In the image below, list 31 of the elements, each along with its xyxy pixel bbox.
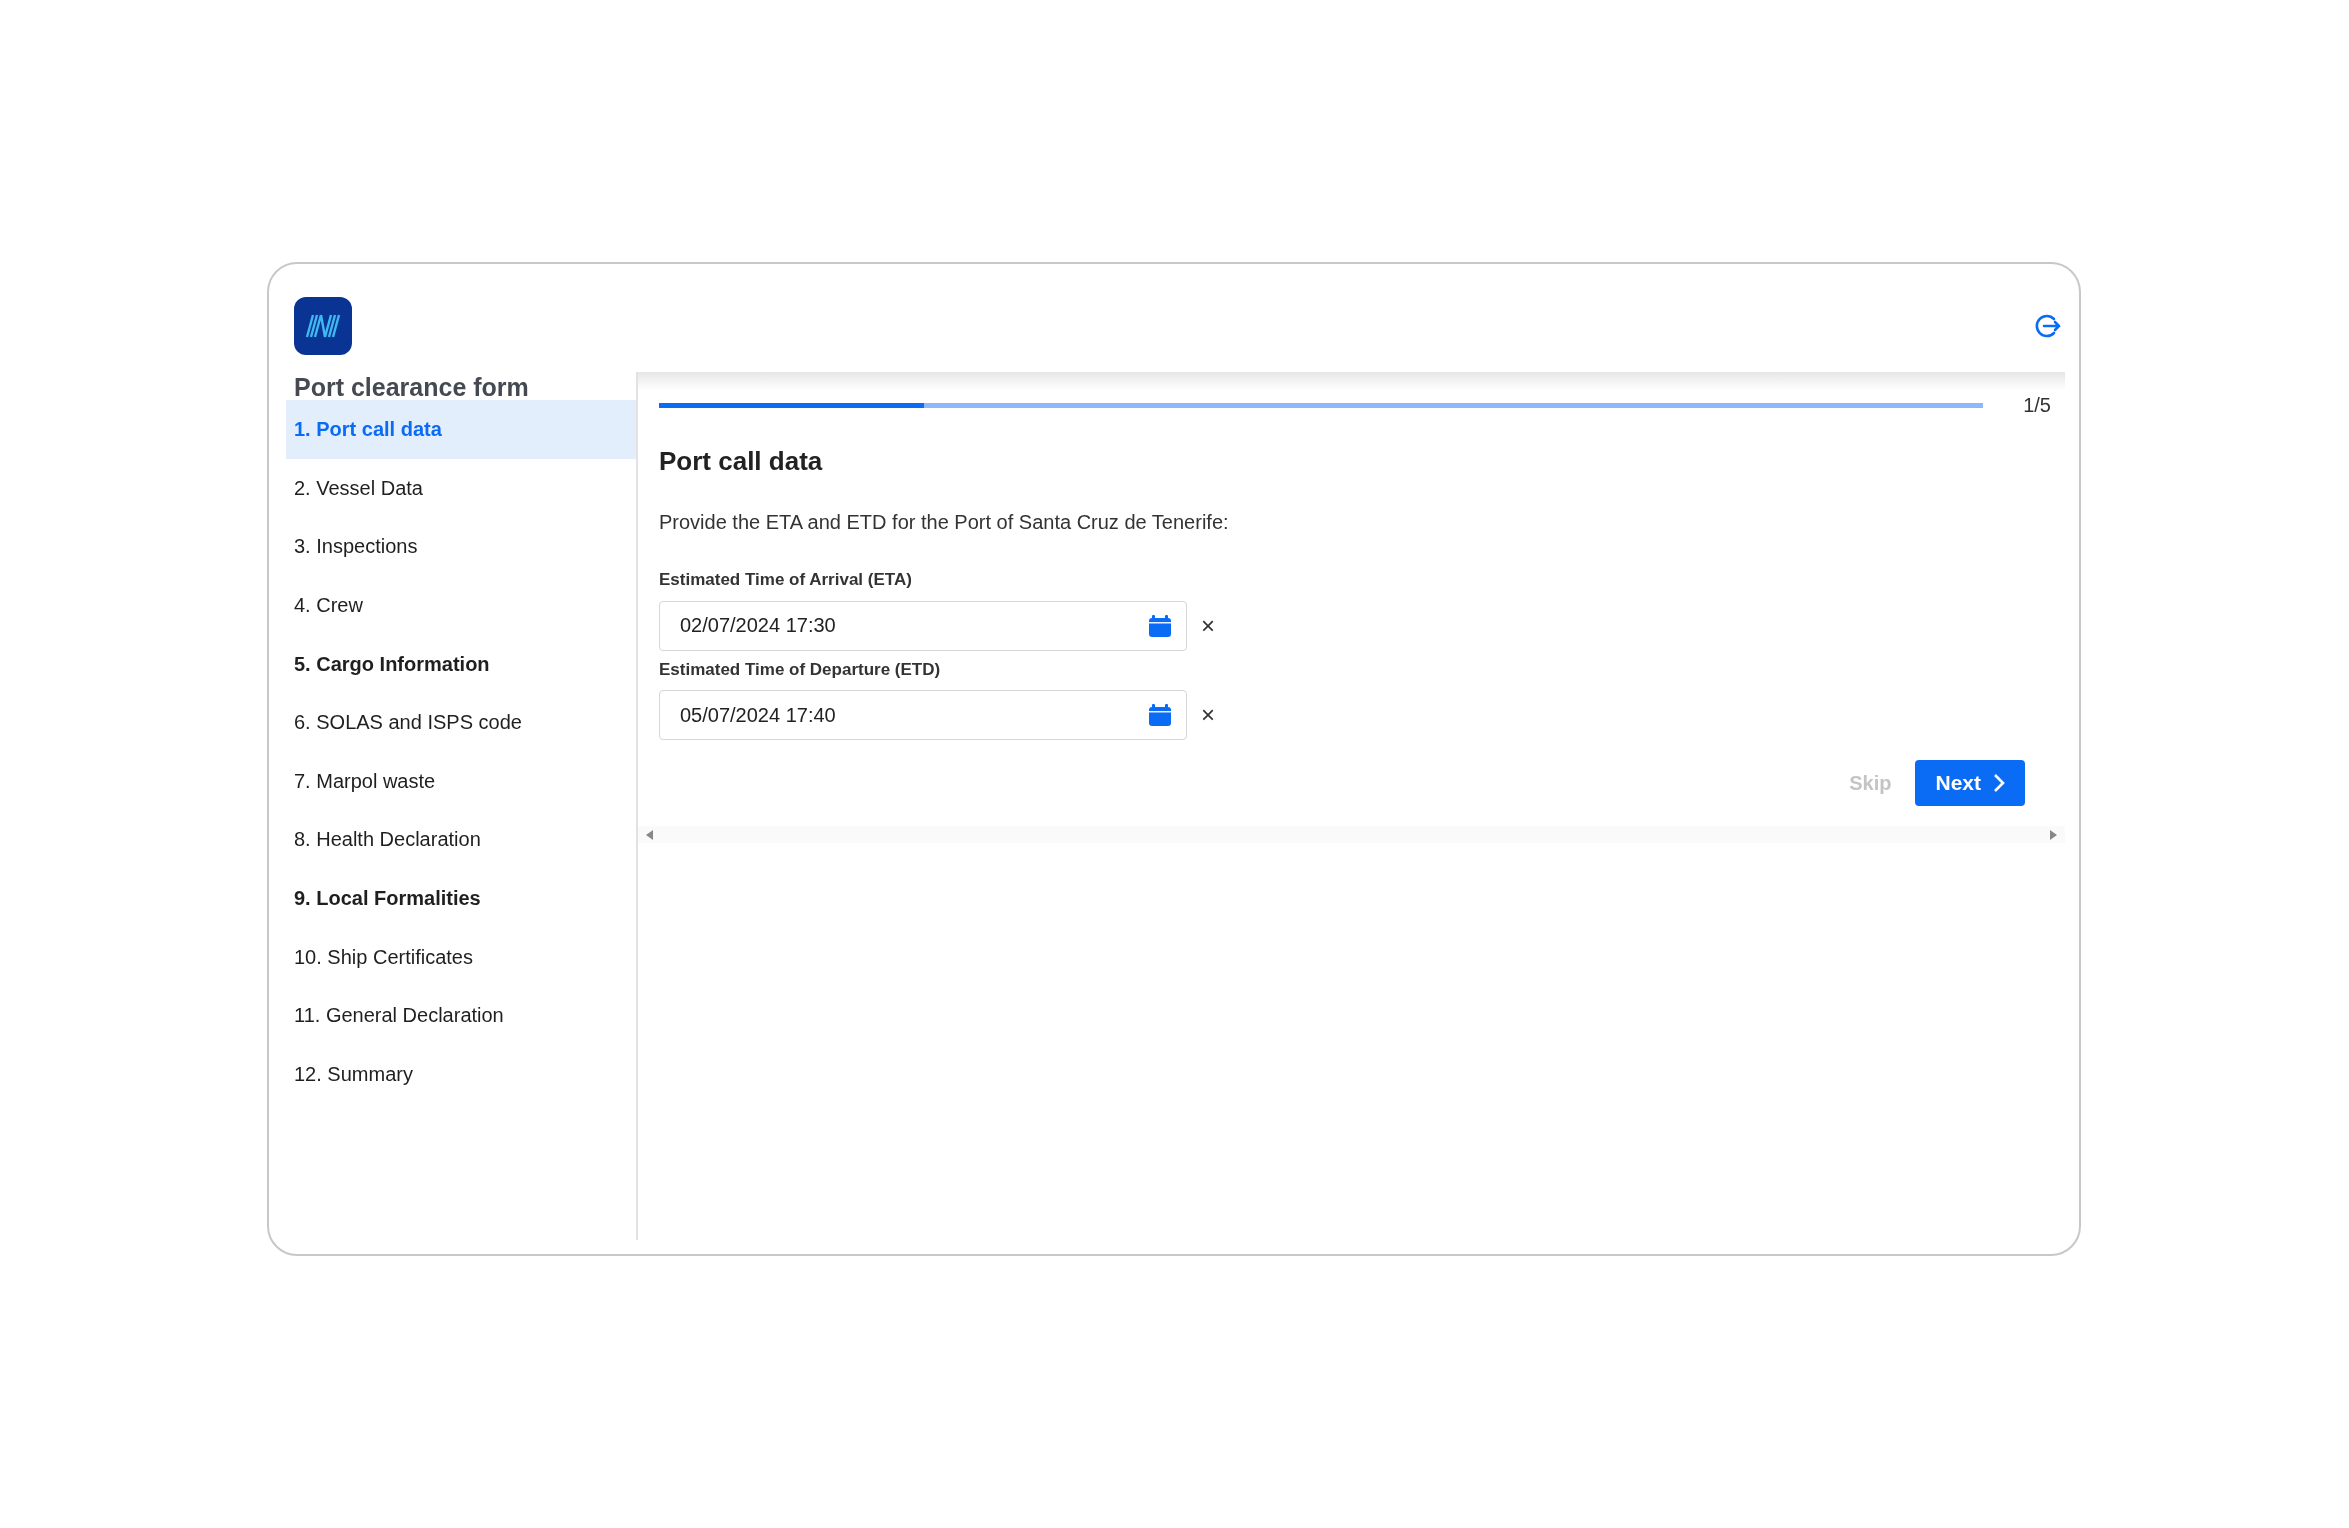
date-field[interactable]: 02/07/2024 17:30 — [659, 600, 1187, 651]
form-title: Port clearance form — [294, 372, 530, 402]
step-item[interactable]: 10. Ship Certificates — [286, 927, 636, 986]
logout-icon[interactable] — [2035, 313, 2061, 339]
instruction-text: Provide the ETA and ETD for the Port of Santa Cruz de Tenerife: — [659, 510, 1230, 535]
calendar-icon[interactable] — [1149, 704, 1171, 726]
step-item[interactable]: 6. SOLAS and ISPS code — [286, 692, 636, 752]
horizontal-scrollbar[interactable] — [638, 826, 2065, 843]
section-heading: Port call data — [659, 445, 824, 478]
step-item[interactable]: 2. Vessel Data — [286, 458, 636, 518]
scroll-left-icon[interactable] — [644, 828, 654, 841]
step-item[interactable]: 5. Cargo Information — [286, 634, 636, 693]
field-label: Estimated Time of Departure (ETD) — [659, 658, 942, 681]
calendar-icon[interactable] — [1149, 614, 1171, 637]
field-label: Estimated Time of Arrival (ETA) — [659, 569, 913, 591]
clear-button[interactable]: × — [1201, 613, 1215, 638]
step-item[interactable]: 4. Crew — [286, 575, 636, 635]
clear-button[interactable]: × — [1201, 703, 1215, 727]
step-item[interactable]: 1. Port call data — [286, 400, 636, 459]
step-item[interactable]: 3. Inspections — [286, 517, 636, 576]
step-counter: 1/5 — [2023, 393, 2051, 418]
next-button[interactable]: Next — [1915, 760, 2025, 806]
step-item[interactable]: 8. Health Declaration — [286, 810, 636, 869]
date-field[interactable]: 05/07/2024 17:40 — [659, 690, 1187, 740]
app-logo — [294, 297, 352, 355]
step-item[interactable]: 12. Summary — [286, 1044, 636, 1104]
chevron-right-icon — [1993, 773, 2005, 793]
step-item[interactable]: 9. Local Formalities — [286, 868, 636, 928]
step-item[interactable]: 11. General Declaration — [286, 985, 636, 1045]
step-item[interactable]: 7. Marpol waste — [286, 751, 636, 811]
scroll-right-icon[interactable] — [2049, 828, 2059, 841]
